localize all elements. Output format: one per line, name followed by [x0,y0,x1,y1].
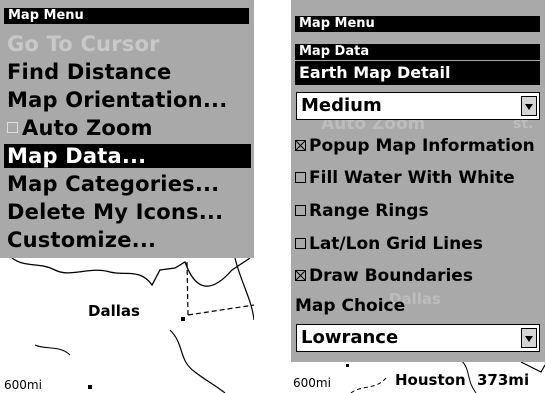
menu-item-map-orientation[interactable]: Map Orientation... [7,88,227,112]
map-city-label: Dallas [88,302,140,320]
map-choice-label: Map Choice [295,296,406,316]
option-popup-map-information[interactable]: Popup Map Information [295,136,535,156]
right-screen: Map Menu Auto Zoom st. Dallas Map Data E… [291,0,545,393]
earth-map-detail-select[interactable]: Medium [296,92,540,120]
auto-zoom-label: Auto Zoom [22,116,153,140]
map-choice-select[interactable]: Lowrance [296,324,540,352]
option-lat-lon-grid-lines[interactable]: Lat/Lon Grid Lines [295,234,483,254]
map-data-panel: Map Menu Auto Zoom st. Dallas Map Data E… [291,0,545,362]
menu-item-go-to-cursor[interactable]: Go To Cursor [7,32,160,56]
map-menu-header: Map Menu [295,16,540,32]
option-label: Lat/Lon Grid Lines [309,234,483,254]
map-menu-panel: Map Menu Go To Cursor Find Distance Map … [0,0,254,258]
map-city-houston: Houston [395,371,466,389]
option-label: Range Rings [309,201,429,221]
option-fill-water-with-white[interactable]: Fill Water With White [295,168,515,188]
menu-item-find-distance[interactable]: Find Distance [7,60,171,84]
auto-zoom-checkbox[interactable] [7,121,18,133]
range-rings-checkbox[interactable] [295,204,306,216]
distance-readout: 373mi [477,371,530,389]
menu-item-map-categories[interactable]: Map Categories... [7,172,219,196]
map-scale-label: 600mi [293,376,331,390]
fill-water-checkbox[interactable] [295,171,306,183]
menu-item-auto-zoom[interactable]: Auto Zoom [7,116,153,140]
chevron-down-icon[interactable] [521,96,537,116]
chevron-down-icon[interactable] [521,328,537,348]
lat-lon-grid-checkbox[interactable] [295,237,306,249]
menu-item-customize[interactable]: Customize... [7,228,156,252]
earth-map-detail-value: Medium [301,95,382,116]
menu-item-map-data[interactable]: Map Data... [4,144,251,168]
left-screen: Dallas 600mi Map Menu Go To Cursor Find … [0,0,254,393]
option-label: Fill Water With White [309,168,515,188]
option-label: Draw Boundaries [309,266,473,286]
map-menu-header: Map Menu [4,8,249,24]
menu-item-delete-my-icons[interactable]: Delete My Icons... [7,200,223,224]
option-range-rings[interactable]: Range Rings [295,201,429,221]
option-label: Popup Map Information [309,136,535,156]
earth-map-detail-label: Earth Map Detail [295,61,540,85]
option-draw-boundaries[interactable]: Draw Boundaries [295,266,473,286]
map-choice-value: Lowrance [301,327,399,348]
map-scale-label: 600mi [4,378,42,392]
popup-map-information-checkbox[interactable] [295,139,306,151]
draw-boundaries-checkbox[interactable] [295,269,306,281]
map-data-title: Map Data [295,44,540,60]
